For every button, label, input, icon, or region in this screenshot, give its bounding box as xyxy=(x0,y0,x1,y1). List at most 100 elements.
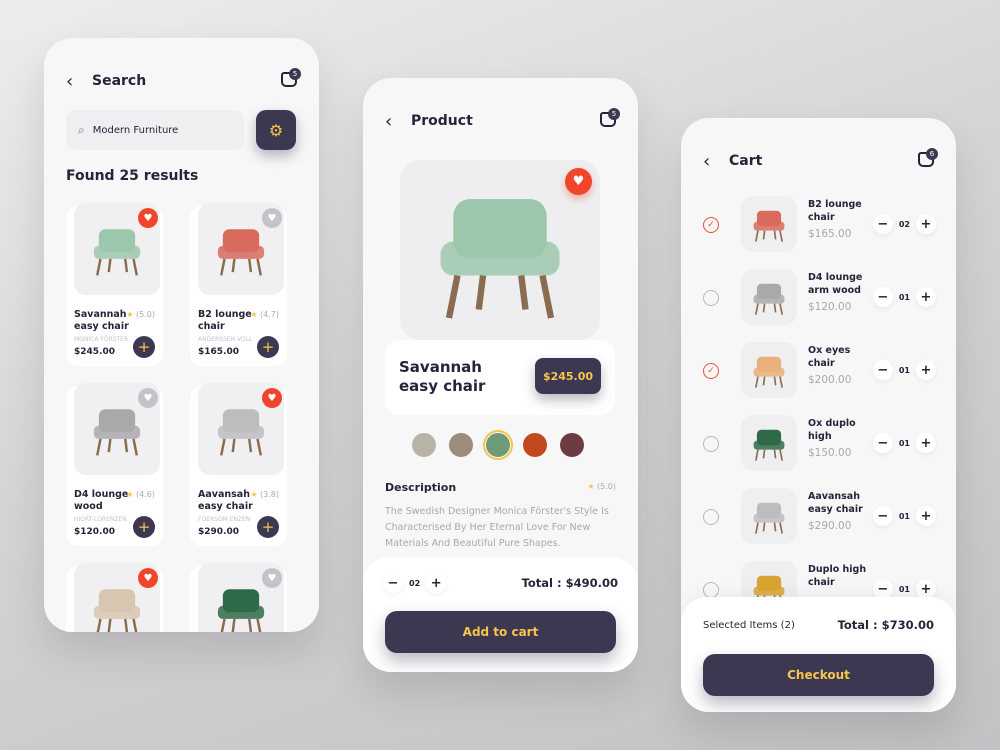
increment-button[interactable]: + xyxy=(916,506,936,526)
quantity-stepper[interactable]: −01 + xyxy=(872,579,936,599)
favorite-heart-icon[interactable]: ♥ xyxy=(262,388,282,408)
cart-count-badge: 5 xyxy=(289,68,301,80)
star-icon: ★ xyxy=(126,310,134,319)
sliders-icon: ⚙ xyxy=(268,120,284,140)
cart-count-badge: 5 xyxy=(608,108,620,120)
favorite-heart-icon[interactable]: ♥ xyxy=(138,208,158,228)
decrement-button[interactable]: − xyxy=(872,506,893,526)
product-info-card: Savannah easy chair $245.00 xyxy=(385,340,615,415)
cart-footer: Selected Items (2) Total : $730.00 Check… xyxy=(681,597,956,712)
rating-value: (3.8) xyxy=(260,490,279,499)
filter-button[interactable]: ⚙ xyxy=(256,110,296,150)
chair-image xyxy=(753,356,785,388)
add-button[interactable]: + xyxy=(257,516,279,538)
quantity-stepper[interactable]: −01 + xyxy=(872,287,936,307)
quantity-value: 01 xyxy=(898,511,910,521)
product-card[interactable]: ♥ xyxy=(66,563,163,632)
bag-icon[interactable]: 6 xyxy=(918,148,938,167)
search-input[interactable] xyxy=(92,124,223,136)
decrement-button[interactable]: − xyxy=(872,433,893,453)
increment-button[interactable]: + xyxy=(916,287,936,307)
color-swatch[interactable] xyxy=(523,433,547,457)
select-checkbox[interactable] xyxy=(703,509,719,525)
favorite-heart-icon[interactable]: ♥ xyxy=(565,168,592,195)
results-count: Found 25 results xyxy=(66,168,199,184)
selected-items: Selected Items (2) xyxy=(703,620,795,631)
select-checkbox[interactable] xyxy=(703,290,719,306)
checkout-button[interactable]: Checkout xyxy=(703,654,934,696)
cart-item: Ox duplo high $150.00 −01 + xyxy=(681,409,956,479)
decrement-button[interactable]: − xyxy=(872,579,893,599)
cart-screen: ‹ Cart 6 ✓ B2 lounge chair $165.00 −02 + … xyxy=(681,118,956,712)
decrement-button[interactable]: − xyxy=(872,287,893,307)
increment-button[interactable]: + xyxy=(916,360,936,380)
add-button[interactable]: + xyxy=(257,336,279,358)
product-card[interactable]: ♥ xyxy=(190,563,287,632)
rating-value: (5.0) xyxy=(136,310,155,319)
back-button[interactable]: ‹ xyxy=(66,71,92,92)
screen-title: Cart xyxy=(729,153,763,169)
product-name: B2 lounge chair xyxy=(808,199,862,223)
product-name: D4 lounge wood xyxy=(74,489,129,512)
designer: FOERSOM ENZEN xyxy=(198,516,251,523)
product-card[interactable]: ♥ Aavansah easy chair ★ (3.8) FOERSOM EN… xyxy=(190,383,287,546)
product-price: $120.00 xyxy=(74,527,115,537)
quantity-stepper[interactable]: − 02 + xyxy=(383,573,447,593)
increment-button[interactable]: + xyxy=(916,433,936,453)
quantity-stepper[interactable]: −01 + xyxy=(872,433,936,453)
color-swatch[interactable] xyxy=(560,433,584,457)
color-swatch[interactable] xyxy=(483,430,513,460)
star-icon: ★ xyxy=(250,490,258,499)
quantity-stepper[interactable]: −01 + xyxy=(872,506,936,526)
product-price: $165.00 xyxy=(808,228,852,240)
product-card[interactable]: ♥ Savannah easy chair ★ (5.0) MONICA FÖR… xyxy=(66,203,163,366)
screen-title: Product xyxy=(411,113,473,129)
rating-value: (5.0) xyxy=(597,482,616,491)
color-swatch[interactable] xyxy=(412,433,436,457)
favorite-heart-icon[interactable]: ♥ xyxy=(138,568,158,588)
chair-image xyxy=(217,409,265,456)
decrement-button[interactable]: − xyxy=(872,214,893,234)
back-button[interactable]: ‹ xyxy=(385,111,411,132)
favorite-heart-icon[interactable]: ♥ xyxy=(138,388,158,408)
select-checkbox[interactable] xyxy=(703,436,719,452)
select-checkbox[interactable]: ✓ xyxy=(703,217,719,233)
back-button[interactable]: ‹ xyxy=(703,151,729,172)
bag-icon[interactable]: 5 xyxy=(281,68,301,87)
product-card[interactable]: ♥ B2 lounge chair ★ (4.7) ANDERSSEN VOLL… xyxy=(190,203,287,366)
add-to-cart-button[interactable]: Add to cart xyxy=(385,611,616,653)
star-icon: ★ xyxy=(587,482,595,491)
search-field[interactable]: ⌕ xyxy=(66,110,244,150)
screen-title: Search xyxy=(92,73,147,89)
chair-image xyxy=(753,429,785,461)
quantity-stepper[interactable]: −02 + xyxy=(872,214,936,234)
product-image xyxy=(741,488,797,544)
star-icon: ★ xyxy=(250,310,258,319)
bag-icon[interactable]: 5 xyxy=(600,108,620,127)
product-price: $200.00 xyxy=(808,374,852,386)
quantity-stepper[interactable]: −01 + xyxy=(872,360,936,380)
select-checkbox[interactable] xyxy=(703,582,719,598)
decrement-button[interactable]: − xyxy=(872,360,893,380)
add-button[interactable]: + xyxy=(133,336,155,358)
color-swatch[interactable] xyxy=(449,433,473,457)
product-name: Ox duplo high xyxy=(808,418,856,442)
total: Total : $490.00 xyxy=(522,576,618,590)
increment-button[interactable]: + xyxy=(426,573,447,593)
designer: ANDERSSEN VOLL xyxy=(198,336,253,343)
favorite-heart-icon[interactable]: ♥ xyxy=(262,208,282,228)
quantity-value: 02 xyxy=(898,219,910,229)
total-value: $490.00 xyxy=(565,576,618,590)
favorite-heart-icon[interactable]: ♥ xyxy=(262,568,282,588)
product-footer: − 02 + Total : $490.00 Add to cart xyxy=(363,557,638,672)
increment-button[interactable]: + xyxy=(916,214,936,234)
product-price: $290.00 xyxy=(808,520,852,532)
product-price: $150.00 xyxy=(808,447,852,459)
increment-button[interactable]: + xyxy=(916,579,936,599)
add-button[interactable]: + xyxy=(133,516,155,538)
decrement-button[interactable]: − xyxy=(383,573,403,593)
product-card[interactable]: ♥ D4 lounge wood ★ (4.6) HIORT-LORENZEN … xyxy=(66,383,163,546)
select-checkbox[interactable]: ✓ xyxy=(703,363,719,379)
designer: MONICA FÖRSTER xyxy=(74,336,129,343)
product-name: Aavansah easy chair xyxy=(808,491,863,515)
